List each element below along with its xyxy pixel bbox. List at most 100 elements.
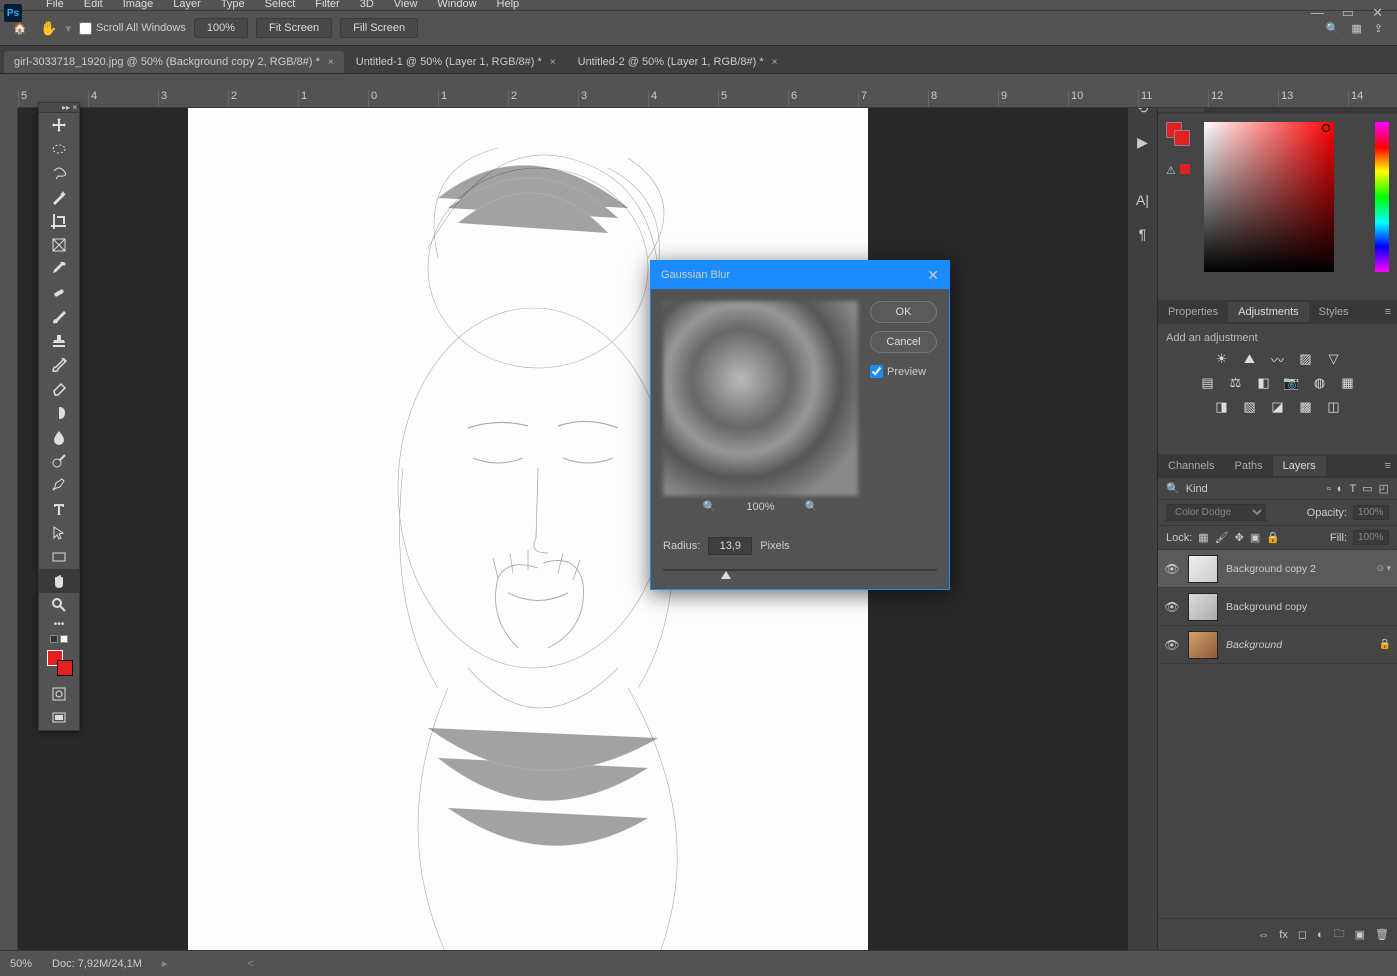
home-icon[interactable]: 🏠 <box>8 16 32 40</box>
visibility-icon[interactable]: 👁 <box>1164 600 1180 614</box>
edit-toolbar[interactable]: ••• <box>39 617 79 632</box>
lasso-tool[interactable] <box>39 161 79 185</box>
layer-row[interactable]: 👁Background copy 2⊙ ▾ <box>1158 550 1397 588</box>
tab-paths[interactable]: Paths <box>1224 456 1272 476</box>
actions-icon[interactable]: ▶ <box>1133 132 1153 152</box>
balance-icon[interactable]: ⚖ <box>1227 374 1245 392</box>
levels-icon[interactable]: ⛰ <box>1241 350 1259 368</box>
lock-all-icon[interactable]: 🔒 <box>1266 531 1280 544</box>
bw-icon[interactable]: ◧ <box>1255 374 1273 392</box>
tab-properties[interactable]: Properties <box>1158 302 1228 322</box>
lock-artboard-icon[interactable]: ▣ <box>1250 531 1260 544</box>
safe-color-swatch[interactable] <box>1180 164 1190 174</box>
character-icon[interactable]: A| <box>1133 190 1153 210</box>
layer-row[interactable]: 👁Background copy <box>1158 588 1397 626</box>
dialog-close-icon[interactable]: ✕ <box>927 267 939 284</box>
menu-filter[interactable]: Filter <box>305 0 349 13</box>
marquee-tool[interactable] <box>39 137 79 161</box>
opacity-input[interactable] <box>1353 505 1389 520</box>
quick-mask-tool[interactable] <box>39 682 79 706</box>
eraser-tool[interactable] <box>39 377 79 401</box>
minimize-button[interactable]: — <box>1311 5 1324 21</box>
path-select-tool[interactable] <box>39 521 79 545</box>
document-tab[interactable]: Untitled-2 @ 50% (Layer 1, RGB/8#) *× <box>568 51 788 73</box>
dodge-tool[interactable] <box>39 449 79 473</box>
posterize-icon[interactable]: ▧ <box>1241 398 1259 416</box>
exposure-icon[interactable]: ▨ <box>1297 350 1315 368</box>
workspace-icon[interactable]: ▦ <box>1351 22 1361 35</box>
panel-menu-icon[interactable]: ≡ <box>1379 306 1397 318</box>
frame-tool[interactable] <box>39 233 79 257</box>
hand-tool-icon[interactable]: ✋ <box>40 20 57 37</box>
eyedropper-tool[interactable] <box>39 257 79 281</box>
layer-fx-icon[interactable]: fx <box>1279 929 1288 941</box>
status-zoom[interactable]: 50% <box>10 958 32 970</box>
new-layer-icon[interactable]: ▣ <box>1355 928 1365 941</box>
healing-tool[interactable] <box>39 281 79 305</box>
mixer-icon[interactable]: ◍ <box>1311 374 1329 392</box>
radius-input[interactable] <box>708 537 752 555</box>
layer-mask-icon[interactable]: ◻ <box>1298 928 1307 941</box>
menu-file[interactable]: File <box>36 0 74 13</box>
paragraph-icon[interactable]: ¶ <box>1133 224 1153 244</box>
crop-tool[interactable] <box>39 209 79 233</box>
lock-paint-icon[interactable]: 🖌 <box>1215 531 1229 544</box>
threshold-icon[interactable]: ◪ <box>1269 398 1287 416</box>
new-group-icon[interactable]: 🗀 <box>1334 925 1345 944</box>
menu-3d[interactable]: 3D <box>350 0 384 13</box>
search-icon[interactable]: 🔍 <box>1326 22 1340 35</box>
filter-shape-icon[interactable]: ▭ <box>1362 482 1372 495</box>
zoom-in-icon[interactable]: 🔍 <box>805 500 819 513</box>
vibrance-icon[interactable]: ▽ <box>1325 350 1343 368</box>
history-brush-tool[interactable] <box>39 353 79 377</box>
close-button[interactable]: ✕ <box>1372 5 1383 21</box>
tab-styles[interactable]: Styles <box>1309 302 1359 322</box>
stamp-tool[interactable] <box>39 329 79 353</box>
document-tab[interactable]: Untitled-1 @ 50% (Layer 1, RGB/8#) *× <box>346 51 566 73</box>
filter-pixel-icon[interactable]: ▫ <box>1327 483 1331 495</box>
tab-channels[interactable]: Channels <box>1158 456 1224 476</box>
maximize-button[interactable]: ▭ <box>1342 5 1354 21</box>
canvas-area[interactable] <box>18 108 1127 950</box>
shape-tool[interactable] <box>39 545 79 569</box>
panel-menu-icon[interactable]: ≡ <box>1379 460 1397 472</box>
toolbox-grip[interactable]: ▸▸ × <box>39 103 79 113</box>
curves-icon[interactable]: 〰 <box>1269 350 1287 368</box>
delete-layer-icon[interactable]: 🗑 <box>1375 928 1389 941</box>
color-field[interactable] <box>1204 122 1334 272</box>
cancel-button[interactable]: Cancel <box>870 331 937 353</box>
tab-layers[interactable]: Layers <box>1273 456 1326 476</box>
color-swatch-pair[interactable] <box>1166 122 1190 146</box>
menu-type[interactable]: Type <box>211 0 255 13</box>
lock-transparent-icon[interactable]: ▦ <box>1198 531 1208 544</box>
zoom-out-icon[interactable]: 🔍 <box>703 500 717 513</box>
preview-checkbox[interactable]: Preview <box>870 365 937 378</box>
wand-tool[interactable] <box>39 185 79 209</box>
fill-input[interactable] <box>1353 530 1389 545</box>
visibility-icon[interactable]: 👁 <box>1164 638 1180 652</box>
menu-view[interactable]: View <box>384 0 428 13</box>
gradient-map-icon[interactable]: ▩ <box>1297 398 1315 416</box>
lookup-icon[interactable]: ▦ <box>1339 374 1357 392</box>
blend-mode-select[interactable]: Color Dodge <box>1166 504 1266 521</box>
menu-edit[interactable]: Edit <box>74 0 113 13</box>
filter-type-icon[interactable]: T <box>1349 483 1356 495</box>
move-tool[interactable] <box>39 113 79 137</box>
screen-mode-tool[interactable] <box>39 706 79 730</box>
menu-window[interactable]: Window <box>427 0 486 13</box>
share-icon[interactable]: ⇪ <box>1374 22 1383 35</box>
ok-button[interactable]: OK <box>870 301 937 323</box>
tab-close-icon[interactable]: × <box>328 57 334 68</box>
filter-adj-icon[interactable]: ◐ <box>1337 483 1344 495</box>
type-tool[interactable] <box>39 497 79 521</box>
tab-close-icon[interactable]: × <box>772 57 778 68</box>
filter-smart-icon[interactable]: ◰ <box>1379 482 1389 495</box>
link-layers-icon[interactable]: ⇔ <box>1258 929 1269 941</box>
invert-icon[interactable]: ◨ <box>1213 398 1231 416</box>
pen-tool[interactable] <box>39 473 79 497</box>
dialog-titlebar[interactable]: Gaussian Blur ✕ <box>651 261 949 289</box>
lock-move-icon[interactable]: ✥ <box>1235 531 1244 544</box>
scroll-all-checkbox[interactable]: Scroll All Windows <box>79 22 186 35</box>
tab-adjustments[interactable]: Adjustments <box>1228 302 1309 322</box>
menu-layer[interactable]: Layer <box>163 0 211 13</box>
